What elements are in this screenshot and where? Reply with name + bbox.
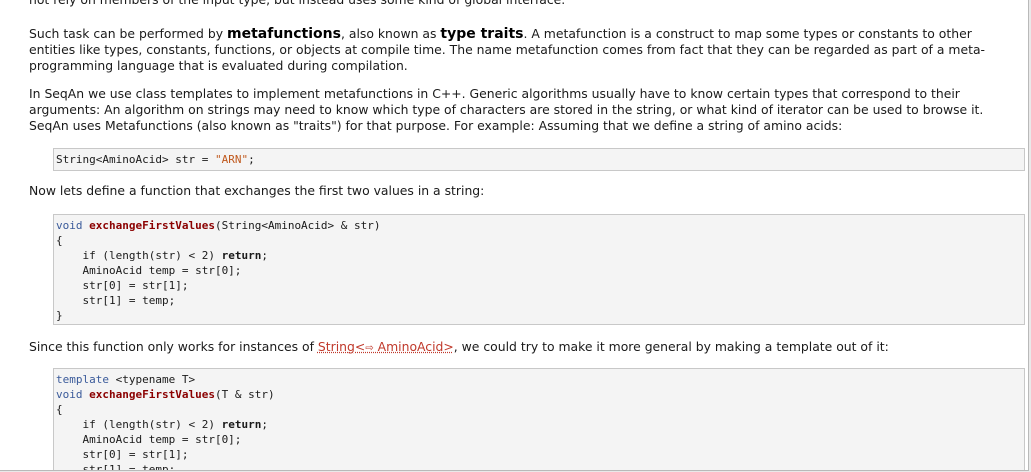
code-text: (T & str) (214, 388, 275, 401)
code-text: ; (261, 418, 268, 431)
code-line: { (56, 234, 63, 247)
code-block-exchange-function: void exchangeFirstValues(String<AminoAci… (53, 214, 1025, 325)
code-line: template <typename T> (56, 372, 1024, 387)
term-type-traits: type traits (440, 26, 524, 42)
code-block-template-function: template <typename T> void exchangeFirst… (53, 368, 1025, 471)
code-line: String<AminoAcid> str = "ARN"; (56, 152, 1024, 167)
p1-text-pre: Such task can be performed by (29, 26, 228, 41)
code-line: if (length(str) < 2) return; (56, 248, 1024, 263)
code-text: <typename T> (108, 373, 196, 386)
link-string-aminoacid[interactable]: String<⇨ AminoAcid> (318, 339, 454, 354)
code-keyword-return: return (221, 249, 262, 262)
code-function-name: exchangeFirstValues (89, 219, 215, 232)
code-text: ; (261, 249, 268, 262)
link-text: AminoAcid> (373, 339, 454, 354)
link-text: String< (317, 339, 366, 354)
code-text: if (length(str) < 2) (56, 418, 222, 431)
code-text: (String<AminoAcid> & str) (214, 219, 381, 232)
code-line: void exchangeFirstValues(T & str) (56, 387, 1024, 402)
code-line: str[0] = str[1]; (56, 448, 189, 461)
term-metafunctions: metafunctions (227, 26, 341, 42)
p4-text-pre: Since this function only works for insta… (29, 339, 318, 354)
partial-paragraph-top: not rely on members of the input type, b… (29, 0, 565, 8)
paragraph-exchange-function: Now lets define a function that exchange… (29, 183, 485, 198)
code-line: str[1] = temp; (56, 294, 176, 307)
code-text: ; (248, 153, 255, 166)
code-string-literal: "ARN" (214, 153, 249, 166)
code-keyword: template (56, 373, 109, 386)
code-line: AminoAcid temp = str[0]; (56, 264, 242, 277)
code-line: { (56, 403, 63, 416)
code-text: if (length(str) < 2) (56, 249, 222, 262)
code-line: AminoAcid temp = str[0]; (56, 433, 242, 446)
code-block-string-declaration: String<AminoAcid> str = "ARN"; (53, 148, 1025, 171)
p1-text-mid: , also known as (340, 26, 441, 41)
code-line: void exchangeFirstValues(String<AminoAci… (56, 218, 1024, 233)
document-page: not rely on members of the input type, b… (0, 0, 1029, 471)
code-function-name: exchangeFirstValues (89, 388, 215, 401)
code-keyword: void (56, 219, 83, 232)
p4-text-post: , we could try to make it more general b… (453, 339, 889, 354)
code-keyword-return: return (221, 418, 262, 431)
paragraph-seqan-metafunctions: In SeqAn we use class templates to imple… (29, 86, 984, 134)
link-arrow-icon: ⇨ (365, 343, 374, 354)
code-line: str[1] = temp; (56, 463, 176, 471)
code-keyword: void (56, 388, 83, 401)
code-line: str[0] = str[1]; (56, 279, 189, 292)
paragraph-metafunctions-intro: Such task can be performed by metafuncti… (29, 26, 1019, 74)
code-text: String<AminoAcid> str = (56, 153, 215, 166)
code-line: if (length(str) < 2) return; (56, 417, 1024, 432)
paragraph-template-generalize: Since this function only works for insta… (29, 339, 889, 357)
code-line: } (56, 309, 63, 322)
